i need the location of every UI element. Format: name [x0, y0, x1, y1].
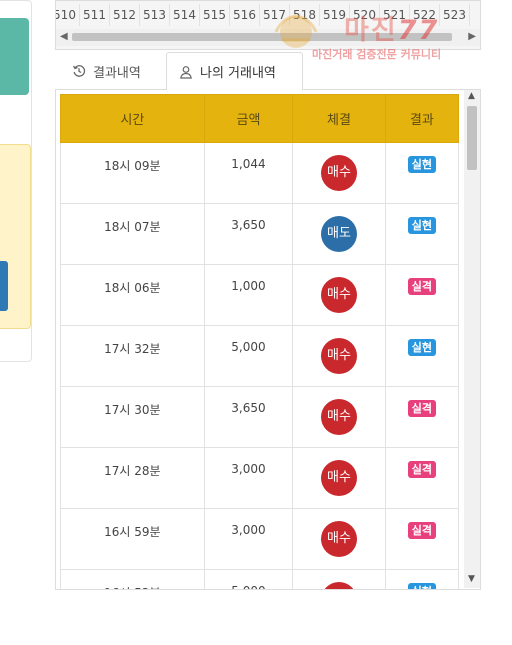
scroll-up-icon[interactable]: ▲ — [468, 91, 475, 101]
result-cell: 실격 — [384, 386, 460, 448]
result-cell: 실현 — [384, 325, 460, 387]
trade-time: 18시 07분 — [60, 203, 205, 265]
header-time: 시간 — [60, 94, 205, 143]
table-row: 17시 28분 3,000 매수 실격 — [60, 447, 460, 509]
round-number: 523 — [440, 4, 470, 26]
round-number: 519 — [320, 4, 350, 26]
result-badge: 실격 — [407, 400, 436, 417]
table-header-row: 시간 금액 체결 결과 — [60, 94, 460, 143]
tab-my-trades-label: 나의 거래내역 — [200, 66, 276, 81]
round-number-strip: 510 511 512 513 514 515 516 517 518 519 520 521 522 5… — [55, 0, 481, 50]
result-badge: 실격 — [407, 461, 436, 478]
horizontal-scrollbar[interactable]: ◀ ▶ — [56, 29, 480, 46]
trade-amount: 5,000 — [203, 569, 294, 589]
round-number: 515 — [200, 4, 230, 26]
trade-time: 17시 32분 — [60, 325, 205, 387]
result-badge: 실격 — [407, 278, 436, 295]
left-teal-card[interactable] — [0, 18, 29, 95]
history-tabs: 결과내역 나의 거래내역 — [55, 52, 481, 91]
trade-amount: 3,000 — [203, 447, 294, 509]
vertical-scroll-thumb[interactable] — [467, 106, 477, 170]
vertical-scrollbar[interactable]: ▲ ▼ — [464, 90, 480, 588]
result-cell: 실현 — [384, 203, 460, 265]
table-row: 18시 07분 3,650 매도 실현 — [60, 203, 460, 265]
trade-cell: 매도 — [292, 203, 386, 265]
trade-type-badge: 매수 — [320, 582, 357, 589]
round-number: 510 — [56, 4, 80, 26]
trade-amount: 3,650 — [203, 386, 294, 448]
left-blue-button[interactable] — [0, 261, 8, 311]
result-cell: 실격 — [384, 508, 460, 570]
trade-amount: 3,000 — [203, 508, 294, 570]
user-icon — [180, 65, 192, 79]
scroll-right-icon[interactable]: ▶ — [468, 31, 476, 42]
trade-amount: 3,650 — [203, 203, 294, 265]
table-row: 17시 30분 3,650 매수 실격 — [60, 386, 460, 448]
trade-history-panel: 시간 금액 체결 결과 18시 09분 1,044 매수 실현 18시 07분 3,650… — [55, 90, 481, 590]
round-number: 513 — [140, 4, 170, 26]
header-result: 결과 — [384, 94, 460, 143]
result-badge: 실현 — [407, 156, 436, 173]
tab-my-trades[interactable]: 나의 거래내역 — [166, 52, 303, 91]
trade-type-badge: 매도 — [320, 216, 357, 252]
trade-cell: 매수 — [292, 508, 386, 570]
trade-type-badge: 매수 — [320, 155, 357, 191]
trade-type-badge: 매수 — [320, 399, 357, 435]
scroll-down-icon[interactable]: ▼ — [468, 574, 475, 584]
result-badge: 실현 — [407, 339, 436, 356]
trade-cell: 매수 — [292, 569, 386, 589]
result-cell: 실격 — [384, 447, 460, 509]
table-row: 16시 59분 3,000 매수 실격 — [60, 508, 460, 570]
trade-cell: 매수 — [292, 386, 386, 448]
round-number: 518 — [290, 4, 320, 26]
table-row: 18시 06분 1,000 매수 실격 — [60, 264, 460, 326]
trade-cell: 매수 — [292, 264, 386, 326]
header-trade: 체결 — [292, 94, 386, 143]
result-badge: 실현 — [407, 217, 436, 234]
round-number: 516 — [230, 4, 260, 26]
table-row: 18시 09분 1,044 매수 실현 — [60, 142, 460, 204]
result-cell: 실현 — [384, 142, 460, 204]
trade-amount: 5,000 — [203, 325, 294, 387]
scroll-left-icon[interactable]: ◀ — [60, 31, 68, 42]
trade-time: 17시 30분 — [60, 386, 205, 448]
round-number: 521 — [380, 4, 410, 26]
result-cell: 실현 — [384, 569, 460, 589]
round-number: 511 — [80, 4, 110, 26]
trade-type-badge: 매수 — [320, 277, 357, 313]
round-number: 512 — [110, 4, 140, 26]
header-amount: 금액 — [203, 94, 294, 143]
tab-results[interactable]: 결과내역 — [60, 52, 166, 90]
trade-history-table: 시간 금액 체결 결과 18시 09분 1,044 매수 실현 18시 07분 3,650… — [60, 94, 460, 589]
table-row: 17시 32분 5,000 매수 실현 — [60, 325, 460, 387]
round-number: 514 — [170, 4, 200, 26]
trade-cell: 매수 — [292, 447, 386, 509]
trade-time: 16시 59분 — [60, 508, 205, 570]
round-number: 520 — [350, 4, 380, 26]
trade-amount: 1,044 — [203, 142, 294, 204]
trade-type-badge: 매수 — [320, 460, 357, 496]
tab-results-label: 결과내역 — [93, 65, 141, 81]
round-number-row: 510 511 512 513 514 515 516 517 518 519 520 521 522 5… — [56, 4, 470, 26]
trade-type-badge: 매수 — [320, 521, 357, 557]
trade-cell: 매수 — [292, 142, 386, 204]
trade-cell: 매수 — [292, 325, 386, 387]
trade-time: 16시 52분 — [60, 569, 205, 589]
result-badge: 실격 — [407, 522, 436, 539]
trade-amount: 1,000 — [203, 264, 294, 326]
trade-time: 18시 09분 — [60, 142, 205, 204]
history-icon — [72, 65, 86, 77]
trade-time: 18시 06분 — [60, 264, 205, 326]
round-number: 517 — [260, 4, 290, 26]
round-number: 522 — [410, 4, 440, 26]
result-cell: 실격 — [384, 264, 460, 326]
result-badge: 실현 — [407, 583, 436, 589]
trade-time: 17시 28분 — [60, 447, 205, 509]
trade-type-badge: 매수 — [320, 338, 357, 374]
horizontal-scroll-thumb[interactable] — [72, 33, 452, 41]
table-row: 16시 52분5,000 매수 실현 — [60, 569, 460, 589]
